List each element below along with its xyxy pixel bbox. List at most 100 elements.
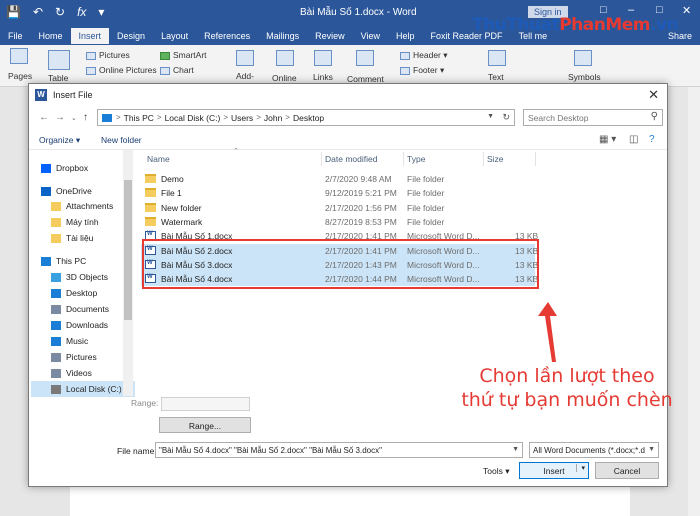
cancel-button[interactable]: Cancel (595, 462, 659, 479)
header-button[interactable]: Header ▾ (400, 50, 448, 61)
document-scrollbar[interactable] (688, 87, 700, 516)
forward-icon[interactable]: → (55, 112, 65, 123)
range-button[interactable]: Range... (159, 417, 251, 433)
addins-button[interactable]: Add- (236, 71, 254, 81)
tab-mailings[interactable]: Mailings (258, 28, 307, 44)
redo-icon[interactable]: ↻ (55, 5, 65, 19)
recent-locations-icon[interactable]: ⌄ (71, 114, 77, 122)
links-button[interactable]: Links (313, 72, 333, 82)
column-header-size[interactable]: Size (487, 154, 504, 164)
formula-icon[interactable]: fx (77, 5, 86, 19)
nav-item-this-pc[interactable]: This PC (31, 253, 135, 269)
address-bar[interactable]: > This PC > Local Disk (C:) > Users > Jo… (97, 109, 515, 126)
refresh-icon[interactable]: ↻ (502, 112, 510, 123)
file-row[interactable]: Watermark 8/27/2019 8:53 PM File folder (141, 215, 535, 229)
nav-item-documents[interactable]: Documents (31, 301, 135, 317)
online-video-icon[interactable] (276, 50, 294, 66)
nav-item-videos[interactable]: Videos (31, 365, 135, 381)
save-icon[interactable]: 💾 (6, 5, 21, 19)
table-button[interactable]: Table (48, 73, 68, 83)
online-pictures-button[interactable]: Online Pictures (86, 65, 157, 75)
pictures-button[interactable]: Pictures (86, 50, 130, 60)
nav-item-attachments[interactable]: Attachments (31, 198, 135, 214)
nav-item-3d-objects[interactable]: 3D Objects (31, 269, 135, 285)
qat-more-icon[interactable]: ▾ (98, 5, 104, 19)
pages-button[interactable]: Pages (8, 71, 32, 81)
column-header-date[interactable]: Date modified (325, 154, 377, 164)
nav-item-local-disk-c[interactable]: Local Disk (C:) (31, 381, 135, 397)
tab-file[interactable]: File (0, 28, 31, 44)
symbols-icon[interactable] (574, 50, 592, 66)
nav-item-pictures[interactable]: Pictures (31, 349, 135, 365)
text-icon[interactable] (488, 50, 506, 66)
nav-item-music[interactable]: Music (31, 333, 135, 349)
up-icon[interactable]: ↑ (83, 112, 88, 123)
organize-button[interactable]: Organize ▾ (39, 135, 80, 146)
breadcrumb-john[interactable]: John (264, 113, 282, 123)
chart-button[interactable]: Chart (160, 65, 194, 75)
address-row: ← → ⌄ ↑ > This PC > Local Disk (C:) > Us… (29, 106, 667, 130)
smartart-button[interactable]: SmartArt (160, 50, 207, 60)
nav-item-m-y-t-nh[interactable]: Máy tính (31, 214, 135, 230)
pages-icon[interactable] (10, 48, 28, 64)
tab-view[interactable]: View (353, 28, 388, 44)
column-header-type[interactable]: Type (407, 154, 425, 164)
nav-item-onedrive[interactable]: OneDrive (31, 183, 135, 199)
tab-references[interactable]: References (196, 28, 258, 44)
nav-item-desktop[interactable]: Desktop (31, 285, 135, 301)
links-icon[interactable] (314, 50, 332, 66)
range-input (161, 397, 250, 411)
view-options-icon[interactable]: ▦ ▾ (599, 134, 616, 145)
insert-split-dropdown-icon[interactable]: ▾ (576, 464, 585, 472)
folder-icon (51, 201, 61, 211)
insert-button[interactable]: Insert ▾ (519, 462, 589, 479)
navigation-scroll-thumb[interactable] (124, 180, 132, 320)
nav-item-dropbox[interactable]: Dropbox (31, 160, 135, 176)
help-icon[interactable]: ? (649, 134, 655, 145)
tab-home[interactable]: Home (31, 28, 71, 44)
new-folder-button[interactable]: New folder (101, 135, 142, 145)
breadcrumb-desktop[interactable]: Desktop (293, 113, 324, 123)
undo-icon[interactable]: ↶ (33, 5, 43, 19)
address-dropdown-icon[interactable]: ▼ (487, 113, 494, 120)
file-date: 9/12/2019 5:21 PM (325, 188, 397, 199)
tab-design[interactable]: Design (109, 28, 153, 44)
tools-button[interactable]: Tools ▾ (483, 466, 509, 477)
table-icon[interactable] (48, 50, 70, 70)
tab-insert[interactable]: Insert (70, 28, 110, 44)
tab-layout[interactable]: Layout (153, 28, 196, 44)
navigation-scrollbar[interactable] (123, 150, 133, 396)
folder-icon (51, 233, 61, 243)
breadcrumb-users[interactable]: Users (231, 113, 253, 123)
nav-item-t-i-li-u[interactable]: Tài liệu (31, 230, 135, 246)
preview-pane-icon[interactable]: ◫ (629, 134, 638, 145)
column-header-name[interactable]: Name (147, 154, 170, 164)
selection-highlight-box (142, 239, 539, 289)
search-input[interactable]: Search Desktop ⚲ (523, 109, 663, 126)
file-row[interactable]: Demo 2/7/2020 9:48 AM File folder (141, 172, 535, 186)
breadcrumb-this-pc[interactable]: This PC (124, 113, 154, 123)
online-video-button[interactable]: Online (272, 73, 297, 83)
file-type-dropdown-icon[interactable]: ▼ (648, 446, 655, 453)
sort-up-icon: ⌃ (233, 148, 239, 155)
dialog-close-icon[interactable]: ✕ (648, 87, 659, 103)
footer-button[interactable]: Footer ▾ (400, 65, 444, 76)
text-button[interactable]: Text (488, 72, 504, 82)
addins-icon[interactable] (236, 50, 254, 66)
file-row[interactable]: New folder 2/17/2020 1:56 PM File folder (141, 201, 535, 215)
comment-icon[interactable] (356, 50, 374, 66)
nav-item-downloads[interactable]: Downloads (31, 317, 135, 333)
file-name-dropdown-icon[interactable]: ▼ (512, 446, 519, 453)
file-row[interactable]: File 1 9/12/2019 5:21 PM File folder (141, 186, 535, 200)
symbols-button[interactable]: Symbols (568, 72, 601, 82)
file-type-select[interactable]: All Word Documents (*.docx;*.d ▼ (529, 442, 659, 458)
breadcrumb-local-disk[interactable]: Local Disk (C:) (165, 113, 221, 123)
close-window-icon[interactable]: ✕ (682, 4, 691, 17)
folder-icon (145, 216, 156, 226)
file-name: File 1 (161, 188, 182, 199)
back-icon[interactable]: ← (39, 112, 49, 123)
online-pictures-icon (86, 66, 96, 75)
tab-help[interactable]: Help (388, 28, 423, 44)
file-name-input[interactable]: "Bài Mẫu Số 4.docx" "Bài Mẫu Số 2.docx" … (155, 442, 523, 458)
tab-review[interactable]: Review (307, 28, 353, 44)
